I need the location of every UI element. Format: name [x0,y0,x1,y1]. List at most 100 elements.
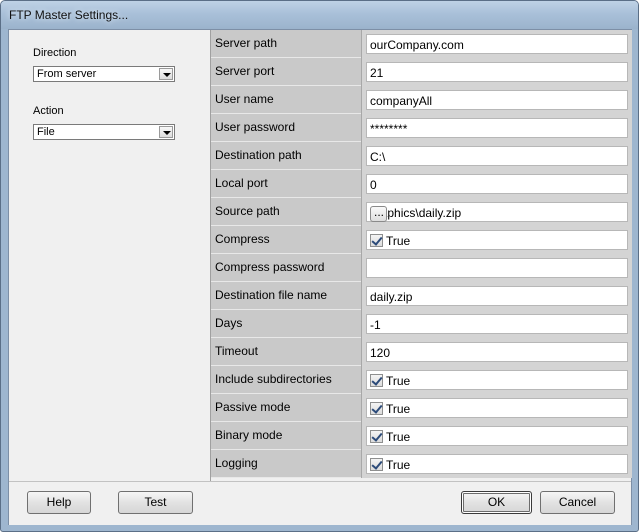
property-value-cell: graphics\daily.zip... [361,198,632,226]
field-value: 120 [370,346,391,360]
property-value-cell: 0 [361,170,632,198]
chevron-down-icon[interactable] [159,68,173,80]
source-path-field[interactable]: graphics\daily.zip... [366,202,628,222]
property-row-server-port[interactable]: Server port 21 [211,58,632,86]
action-label: Action [33,105,64,117]
property-value-cell: True [361,226,632,254]
ok-button[interactable]: OK [461,491,532,514]
checkbox-checked-icon[interactable] [370,374,383,387]
field-value: 0 [370,178,377,192]
property-value-cell: -1 [361,310,632,338]
property-row-destination-file-name[interactable]: Destination file name daily.zip [211,282,632,310]
checkbox-checked-icon[interactable] [370,234,383,247]
property-name: Passive mode [215,400,291,414]
property-name-cell[interactable]: Passive mode [211,394,361,422]
property-row-binary-mode[interactable]: Binary mode True [211,422,632,450]
checkbox-checked-icon[interactable] [370,402,383,415]
property-name-cell[interactable]: Compress password [211,254,361,282]
field-value: ourCompany.com [370,38,464,52]
property-value-cell: companyAll [361,86,632,114]
dialog-body: Direction From server Action File Server… [8,29,632,525]
property-name: Timeout [215,344,258,358]
field-value: 21 [370,66,384,80]
property-row-destination-path[interactable]: Destination path C:\ [211,142,632,170]
server-port-field[interactable]: 21 [366,62,628,82]
property-name: Binary mode [215,428,283,442]
property-row-compress[interactable]: Compress True [211,226,632,254]
property-name-cell[interactable]: Server path [211,30,361,58]
checkbox-checked-icon[interactable] [370,430,383,443]
chevron-down-icon[interactable] [159,126,173,138]
property-name-cell[interactable]: Logging [211,450,361,478]
property-name: Local port [215,176,268,190]
property-name-cell[interactable]: Timeout [211,338,361,366]
checkbox-label: True [386,402,411,416]
title-bar[interactable]: FTP Master Settings... [1,1,638,29]
property-name-cell[interactable]: Days [211,310,361,338]
property-value-cell: True [361,450,632,478]
action-dropdown[interactable]: File [33,124,175,140]
property-row-timeout[interactable]: Timeout 120 [211,338,632,366]
property-name-cell[interactable]: Destination path [211,142,361,170]
property-row-logging[interactable]: Logging True [211,450,632,478]
browse-button[interactable]: ... [370,205,387,222]
property-name-cell[interactable]: User name [211,86,361,114]
user-password-field[interactable]: ******** [366,118,628,138]
property-row-user-password[interactable]: User password ******** [211,114,632,142]
property-value-cell: ******** [361,114,632,142]
property-row-source-path[interactable]: Source path graphics\daily.zip... [211,198,632,226]
property-name-cell[interactable]: Binary mode [211,422,361,450]
property-name-cell[interactable]: Source path [211,198,361,226]
property-row-include-subdirectories[interactable]: Include subdirectories True [211,366,632,394]
destination-path-field[interactable]: C:\ [366,146,628,166]
property-row-days[interactable]: Days -1 [211,310,632,338]
days-field[interactable]: -1 [366,314,628,334]
destination-file-name-field[interactable]: daily.zip [366,286,628,306]
passive-mode-field[interactable]: True [366,398,628,418]
property-name: Server path [215,36,278,50]
binary-mode-field[interactable]: True [366,426,628,446]
property-name-cell[interactable]: Local port [211,170,361,198]
property-name: Logging [215,456,258,470]
property-name: User password [215,120,296,134]
local-port-field[interactable]: 0 [366,174,628,194]
field-value: companyAll [370,94,433,108]
action-value: File [37,126,55,138]
property-name: Include subdirectories [215,372,332,386]
checkbox-label: True [386,458,411,472]
help-button[interactable]: Help [27,491,91,514]
property-value-cell: 120 [361,338,632,366]
direction-dropdown[interactable]: From server [33,66,175,82]
checkbox-checked-icon[interactable] [370,458,383,471]
property-value-cell: True [361,394,632,422]
compress-field[interactable]: True [366,230,628,250]
property-row-server-path[interactable]: Server path ourCompany.com [211,30,632,58]
property-name-cell[interactable]: Compress [211,226,361,254]
property-name-cell[interactable]: Destination file name [211,282,361,310]
ellipsis-icon: ... [374,205,385,219]
property-name-cell[interactable]: Include subdirectories [211,366,361,394]
property-row-compress-password[interactable]: Compress password [211,254,632,282]
property-name-cell[interactable]: User password [211,114,361,142]
test-button[interactable]: Test [118,491,193,514]
logging-field[interactable]: True [366,454,628,474]
property-name-cell[interactable]: Server port [211,58,361,86]
property-value-cell [361,254,632,282]
server-path-field[interactable]: ourCompany.com [366,34,628,54]
window-title: FTP Master Settings... [9,8,129,22]
property-name: Compress password [215,260,325,274]
checkbox-label: True [386,430,411,444]
field-value: C:\ [370,150,386,164]
property-row-local-port[interactable]: Local port 0 [211,170,632,198]
checkbox-label: True [386,374,411,388]
property-value-cell: ourCompany.com [361,30,632,58]
include-subdirectories-field[interactable]: True [366,370,628,390]
cancel-button[interactable]: Cancel [540,491,615,514]
user-name-field[interactable]: companyAll [366,90,628,110]
property-row-passive-mode[interactable]: Passive mode True [211,394,632,422]
property-row-user-name[interactable]: User name companyAll [211,86,632,114]
timeout-field[interactable]: 120 [366,342,628,362]
property-value-cell: True [361,366,632,394]
compress-password-field[interactable] [366,258,628,278]
property-grid: Server path ourCompany.com Server port 21 Us… [210,30,632,481]
